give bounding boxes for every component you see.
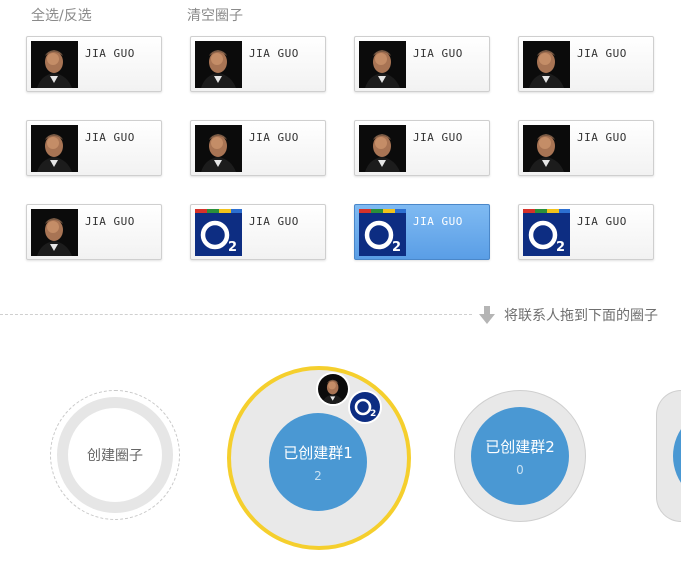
portrait-avatar-image [523, 41, 570, 88]
contact-avatar [359, 125, 406, 172]
group-count: 0 [516, 462, 524, 477]
create-circle-button[interactable]: 创建圈子 [50, 390, 180, 520]
contact-avatar: 2 [195, 209, 242, 256]
contact-card[interactable]: 2 JIA GUO [354, 204, 490, 260]
contact-avatar [31, 209, 78, 256]
contact-avatar [195, 125, 242, 172]
contact-name: JIA GUO [577, 47, 627, 60]
contact-card[interactable]: JIA GUO [26, 204, 162, 260]
portrait-avatar-image [195, 125, 242, 172]
portrait-avatar-image [359, 125, 406, 172]
contact-card[interactable]: JIA GUO [518, 120, 654, 176]
contact-card[interactable]: JIA GUO [190, 36, 326, 92]
create-circle-label: 创建圈子 [68, 408, 162, 502]
dashed-divider [0, 314, 472, 315]
contact-avatar [359, 41, 406, 88]
portrait-avatar-image [31, 209, 78, 256]
group-circle-2[interactable]: 已创建群2 0 [454, 390, 586, 522]
contact-avatar: 2 [359, 209, 406, 256]
o2-logo-image: 2 [195, 209, 242, 256]
contact-avatar: 2 [523, 209, 570, 256]
contact-name: JIA GUO [413, 215, 463, 228]
o2-logo-image: 2 [523, 209, 570, 256]
contact-card[interactable]: JIA GUO [26, 36, 162, 92]
svg-text:2: 2 [370, 409, 376, 419]
group-circle-2-core: 已创建群2 0 [471, 407, 569, 505]
select-all-toggle-link[interactable]: 全选/反选 [31, 5, 92, 25]
group-name: 已创建群1 [283, 443, 353, 462]
contact-card[interactable]: JIA GUO [190, 120, 326, 176]
contact-name: JIA GUO [413, 47, 463, 60]
group-circle-1[interactable]: 已创建群1 2 2 [227, 366, 411, 550]
contact-avatar [31, 125, 78, 172]
svg-text:2: 2 [392, 240, 401, 255]
contact-avatar [523, 41, 570, 88]
portrait-avatar-image [31, 41, 78, 88]
group-circle-partial-core [673, 407, 681, 505]
portrait-avatar-image [195, 41, 242, 88]
member-avatar-portrait [318, 374, 348, 404]
group-circle-partial[interactable] [656, 390, 681, 522]
member-avatar-o2: 2 [350, 392, 380, 422]
contact-name: JIA GUO [577, 131, 627, 144]
portrait-avatar-image [523, 125, 570, 172]
drag-hint: 将联系人拖到下面的圈子 [478, 304, 658, 326]
contact-name: JIA GUO [249, 131, 299, 144]
contact-name: JIA GUO [85, 47, 135, 60]
o2-logo-image: 2 [359, 209, 406, 256]
contact-card[interactable]: JIA GUO [354, 120, 490, 176]
group-count: 2 [314, 468, 322, 483]
contact-name: JIA GUO [577, 215, 627, 228]
drag-hint-text: 将联系人拖到下面的圈子 [504, 308, 658, 324]
contact-name: JIA GUO [413, 131, 463, 144]
contact-card[interactable]: 2 JIA GUO [518, 204, 654, 260]
contact-avatar [31, 41, 78, 88]
portrait-avatar-image [318, 374, 348, 404]
svg-text:2: 2 [228, 240, 237, 255]
contact-card[interactable]: JIA GUO [518, 36, 654, 92]
contact-avatar [523, 125, 570, 172]
contact-name: JIA GUO [85, 215, 135, 228]
contact-card[interactable]: 2 JIA GUO [190, 204, 326, 260]
contact-avatar [195, 41, 242, 88]
contact-name: JIA GUO [85, 131, 135, 144]
contact-name: JIA GUO [249, 47, 299, 60]
contact-name: JIA GUO [249, 215, 299, 228]
contact-card[interactable]: JIA GUO [26, 120, 162, 176]
o2-logo-image: 2 [350, 392, 380, 422]
contact-card[interactable]: JIA GUO [354, 36, 490, 92]
arrow-down-icon [479, 306, 495, 324]
group-circle-1-core: 已创建群1 2 [269, 413, 367, 511]
group-name: 已创建群2 [485, 437, 555, 456]
svg-text:2: 2 [556, 240, 565, 255]
portrait-avatar-image [31, 125, 78, 172]
portrait-avatar-image [359, 41, 406, 88]
clear-circle-link[interactable]: 清空圈子 [187, 5, 243, 25]
